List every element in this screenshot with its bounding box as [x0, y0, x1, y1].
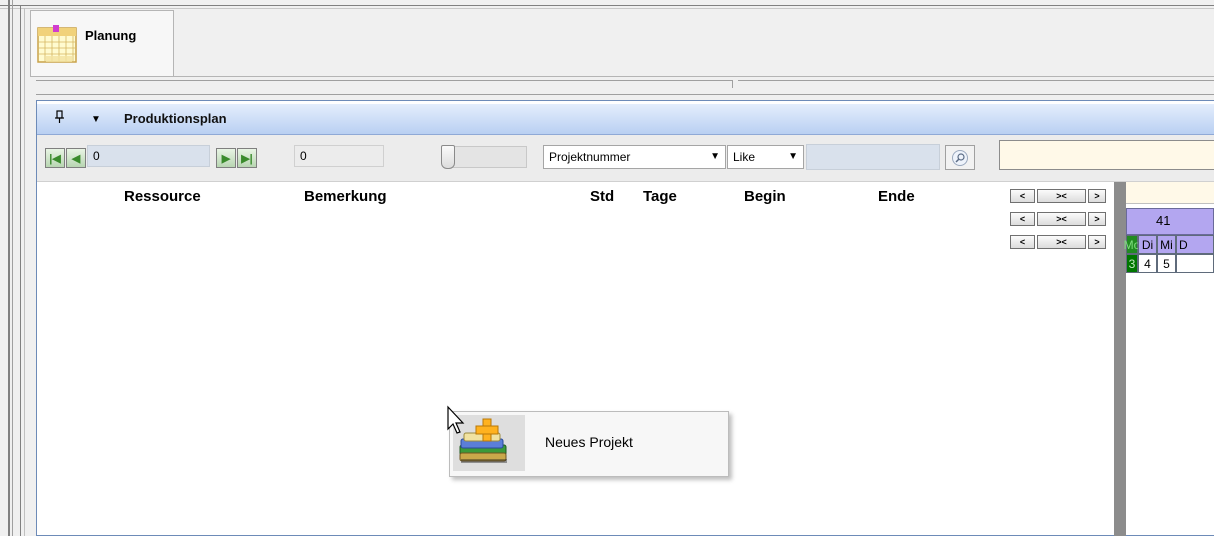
zoom-slider-track[interactable]: [443, 146, 527, 168]
window-left-border: [8, 0, 10, 536]
scroll-center-button[interactable]: ><: [1037, 235, 1086, 249]
tab-planung[interactable]: Planung: [30, 10, 174, 76]
mouse-cursor-icon: [447, 405, 465, 434]
first-record-button[interactable]: |◀: [45, 148, 65, 168]
date-cell: 4: [1138, 254, 1157, 273]
magnifier-icon: [952, 149, 968, 166]
chevron-down-icon[interactable]: ▼: [91, 114, 101, 125]
scroll-center-button[interactable]: ><: [1037, 212, 1086, 226]
tab-strip-border: [30, 76, 1214, 77]
chevron-down-icon: ▼: [788, 151, 798, 162]
operator-select[interactable]: Like ▼: [727, 145, 804, 169]
pane-bottom-border: [36, 94, 1214, 95]
scroll-left-button[interactable]: <: [1010, 235, 1035, 249]
splitter-left[interactable]: [20, 5, 21, 536]
splitter-left-inner: [24, 8, 25, 536]
day-header-di: Di: [1138, 235, 1157, 254]
column-header-ende[interactable]: Ende: [878, 188, 915, 205]
date-cell: 5: [1157, 254, 1176, 273]
prev-record-button[interactable]: ◀: [66, 148, 86, 168]
next-record-button[interactable]: ▶: [216, 148, 236, 168]
search-text-field[interactable]: [999, 140, 1214, 170]
pane-divider-left: [36, 80, 732, 81]
pane-splitter[interactable]: [732, 80, 733, 88]
zoom-slider-thumb[interactable]: [441, 145, 455, 169]
record-count-field[interactable]: 0: [294, 145, 384, 167]
week-number: 41: [1156, 213, 1171, 228]
calendar-icon: [37, 24, 77, 63]
search-button[interactable]: [945, 145, 975, 170]
context-menu-label[interactable]: Neues Projekt: [545, 434, 633, 450]
column-header-begin[interactable]: Begin: [744, 188, 786, 205]
window-left-border-inner: [12, 0, 13, 536]
filter-input[interactable]: [806, 144, 940, 170]
scroll-right-button[interactable]: >: [1088, 212, 1106, 226]
field-select[interactable]: Projektnummer ▼: [543, 145, 726, 169]
column-header-bemerkung[interactable]: Bemerkung: [304, 188, 387, 205]
chevron-down-icon: ▼: [710, 151, 720, 162]
date-cell: [1176, 254, 1214, 273]
panel-title: Produktionsplan: [124, 111, 227, 126]
date-cell-today: 3: [1126, 254, 1138, 273]
scroll-left-button[interactable]: <: [1010, 189, 1035, 203]
scroll-center-button[interactable]: ><: [1037, 189, 1086, 203]
tab-label: Planung: [85, 28, 137, 43]
scroll-right-button[interactable]: >: [1088, 189, 1106, 203]
field-select-value: Projektnummer: [549, 150, 631, 164]
pin-icon[interactable]: [54, 110, 66, 127]
day-header-mi: Mi: [1157, 235, 1176, 254]
column-header-ressource[interactable]: Ressource: [124, 188, 201, 205]
operator-select-value: Like: [733, 150, 756, 164]
window-top-border-inner: [0, 8, 1214, 9]
column-header-std[interactable]: Std: [590, 188, 614, 205]
day-header-do: D: [1176, 235, 1214, 254]
pane-divider-right: [738, 80, 1214, 81]
scroll-left-button[interactable]: <: [1010, 212, 1035, 226]
last-record-button[interactable]: ▶|: [237, 148, 257, 168]
window-top-border: [0, 5, 1214, 6]
day-header-mo: Mo: [1124, 235, 1140, 254]
gantt-header-bar: [1126, 182, 1214, 204]
position-field[interactable]: 0: [87, 145, 210, 167]
gantt-splitter[interactable]: [1114, 182, 1126, 536]
scroll-right-button[interactable]: >: [1088, 235, 1106, 249]
column-header-tage[interactable]: Tage: [643, 188, 677, 205]
